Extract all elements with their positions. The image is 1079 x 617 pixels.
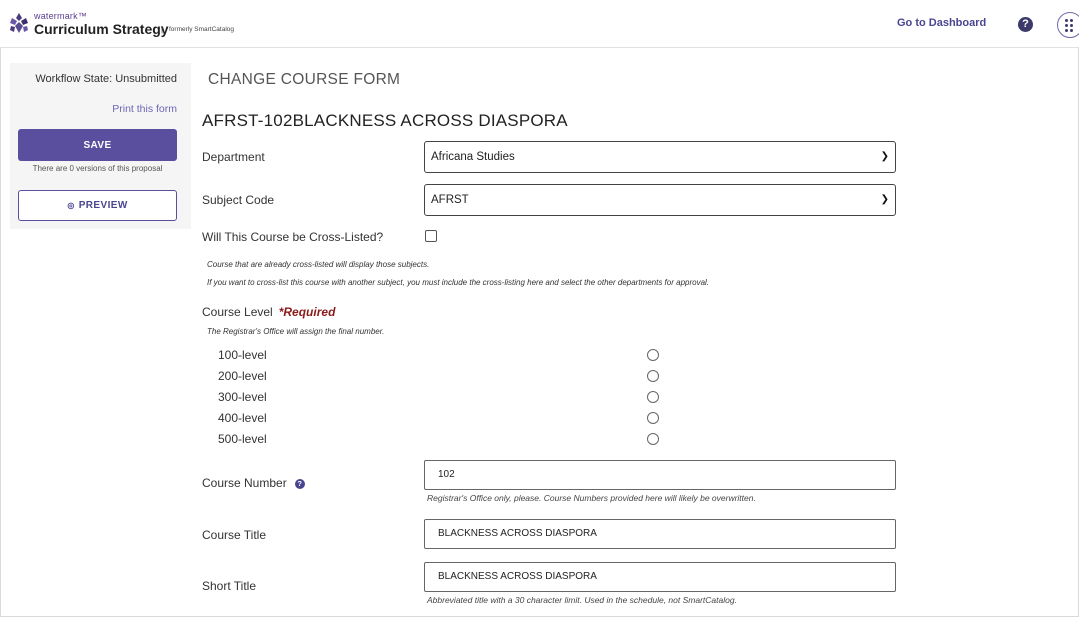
level-option-label: 300-level <box>218 390 267 404</box>
level-400-radio[interactable] <box>647 412 659 424</box>
department-value: Africana Studies <box>431 151 515 163</box>
brand-watermark: watermark™ <box>34 11 88 21</box>
course-level-text: Course Level <box>202 305 273 319</box>
help-icon[interactable]: ? <box>1018 17 1033 32</box>
course-number-text: Course Number <box>202 476 287 490</box>
required-marker: *Required <box>278 305 336 319</box>
department-select[interactable]: Africana Studies ❯ <box>424 141 896 173</box>
preview-label: PREVIEW <box>78 200 128 211</box>
cross-listed-note-2: If you want to cross-list this course wi… <box>207 278 710 287</box>
course-number-label: Course Number? <box>202 476 305 490</box>
form-heading: CHANGE COURSE FORM <box>208 71 401 88</box>
short-title-hint: Abbreviated title with a 30 character li… <box>427 595 737 605</box>
question-icon[interactable]: ? <box>294 479 305 489</box>
level-option-label: 400-level <box>218 411 267 425</box>
top-header: watermark™ Curriculum Strategy | formerl… <box>0 0 1079 48</box>
department-label: Department <box>202 150 265 164</box>
eye-icon: ◎ <box>67 201 75 210</box>
course-number-input[interactable]: 102 <box>424 460 896 490</box>
cross-listed-note-1: Course that are already cross-listed wil… <box>207 260 430 269</box>
versions-count: There are 0 versions of this proposal <box>32 164 163 173</box>
brand-separator: | <box>161 25 164 34</box>
level-500-radio[interactable] <box>647 433 659 445</box>
watermark-logo-icon <box>10 13 28 33</box>
print-form-link[interactable]: Print this form <box>112 103 177 115</box>
course-number-hint: Registrar's Office only, please. Course … <box>427 493 756 503</box>
chevron-down-icon: ❯ <box>880 151 889 162</box>
course-title-input[interactable]: BLACKNESS ACROSS DIASPORA <box>424 519 896 549</box>
subject-code-label: Subject Code <box>202 193 275 207</box>
subject-code-value: AFRST <box>431 194 469 206</box>
chevron-down-icon: ❯ <box>880 194 889 205</box>
cross-listed-label: Will This Course be Cross-Listed? <box>202 230 384 244</box>
preview-button[interactable]: ◎ PREVIEW <box>18 190 177 221</box>
save-button[interactable]: SAVE <box>18 129 177 161</box>
level-option-label: 100-level <box>218 348 267 362</box>
level-option-label: 200-level <box>218 369 267 383</box>
short-title-input[interactable]: BLACKNESS ACROSS DIASPORA <box>424 562 896 592</box>
course-heading: AFRST-102BLACKNESS ACROSS DIASPORA <box>202 111 568 130</box>
brand-product-name: Curriculum Strategy <box>34 21 169 37</box>
level-option-label: 500-level <box>218 432 267 446</box>
course-level-label: Course Level *Required <box>202 305 335 319</box>
level-300-radio[interactable] <box>647 391 659 403</box>
workflow-state: Workflow State: Unsubmitted <box>35 73 177 85</box>
level-100-radio[interactable] <box>647 349 659 361</box>
course-title-label: Course Title <box>202 528 267 542</box>
course-level-note: The Registrar's Office will assign the f… <box>207 327 385 336</box>
workflow-sidebar: Workflow State: Unsubmitted Print this f… <box>10 63 191 229</box>
short-title-label: Short Title <box>202 579 257 593</box>
level-200-radio[interactable] <box>647 370 659 382</box>
cross-listed-checkbox[interactable] <box>425 230 437 242</box>
brand-formerly: formerly SmartCatalog <box>169 26 235 33</box>
subject-code-select[interactable]: AFRST ❯ <box>424 184 896 216</box>
go-to-dashboard-link[interactable]: Go to Dashboard <box>897 17 986 29</box>
apps-grid-icon[interactable] <box>1057 12 1079 38</box>
